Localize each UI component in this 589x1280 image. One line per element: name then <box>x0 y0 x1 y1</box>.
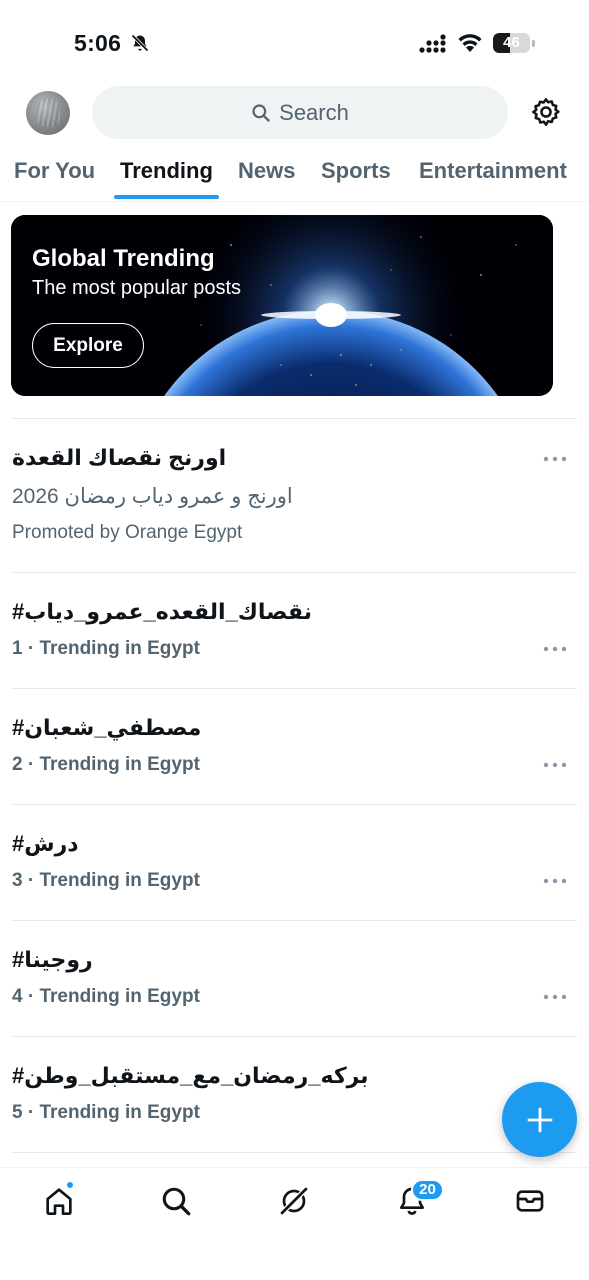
home-icon[interactable] <box>43 1185 75 1217</box>
status-bar: 5:06 46 <box>0 0 589 80</box>
divider <box>12 1036 577 1037</box>
tab-sports[interactable]: Sports <box>321 158 391 184</box>
trend-meta: 3 · Trending in Egypt <box>12 870 200 891</box>
bottom-nav: 20 <box>0 1167 589 1280</box>
status-time: 5:06 <box>74 30 122 56</box>
trend-title: #نقصاك_القعده_عمرو_دياب <box>12 599 312 624</box>
search-input[interactable]: Search <box>92 86 508 139</box>
earth-image <box>11 215 553 396</box>
more-options-icon[interactable] <box>543 644 567 654</box>
global-trending-banner[interactable]: Global Trending The most popular posts E… <box>11 215 553 396</box>
bell-slash-icon <box>131 34 149 52</box>
tab-news[interactable]: News <box>238 158 295 184</box>
more-options-icon[interactable] <box>543 876 567 886</box>
more-options-icon[interactable] <box>543 760 567 770</box>
promoted-title: اورنج نقصاك القعدة <box>12 445 227 470</box>
wifi-icon <box>458 34 482 52</box>
battery-level: 46 <box>503 34 520 51</box>
divider <box>12 418 577 419</box>
notification-count-badge: 20 <box>411 1179 444 1201</box>
cellular-signal-icon <box>419 34 446 53</box>
trend-meta: 4 · Trending in Egypt <box>12 986 200 1007</box>
active-tab-indicator <box>114 195 219 199</box>
avatar[interactable] <box>26 91 70 135</box>
grok-icon[interactable] <box>278 1185 310 1217</box>
trend-title: #بركه_رمضان_مع_مستقبل_وطن <box>12 1063 369 1088</box>
search-icon <box>252 103 270 122</box>
compose-button[interactable] <box>502 1082 577 1157</box>
promoted-by-label: Promoted by Orange Egypt <box>12 522 243 543</box>
trend-title: #مصطفي_شعبان <box>12 715 202 740</box>
divider <box>12 1152 577 1153</box>
trend-meta: 2 · Trending in Egypt <box>12 754 200 775</box>
search-placeholder: Search <box>279 99 349 125</box>
more-options-icon[interactable] <box>543 454 567 464</box>
trend-title: #روجينا <box>12 947 93 972</box>
home-notification-dot <box>66 1181 74 1189</box>
tab-bar: For You Trending News Sports Entertainme… <box>0 150 589 202</box>
battery-icon: 46 <box>493 33 535 53</box>
tab-trending[interactable]: Trending <box>120 158 213 184</box>
plus-icon <box>527 1107 552 1132</box>
explore-button[interactable]: Explore <box>32 323 144 368</box>
banner-title: Global Trending <box>32 245 215 272</box>
mail-icon[interactable] <box>514 1185 546 1217</box>
more-options-icon[interactable] <box>543 992 567 1002</box>
trend-title: #درش <box>12 831 79 856</box>
divider <box>12 920 577 921</box>
divider <box>12 572 577 573</box>
trend-meta: 1 · Trending in Egypt <box>12 638 200 659</box>
search-icon[interactable] <box>160 1185 192 1217</box>
promoted-description: اورنج و عمرو دياب رمضان 2026 <box>12 485 293 508</box>
banner-subtitle: The most popular posts <box>32 277 241 299</box>
trend-meta: 5 · Trending in Egypt <box>12 1102 200 1123</box>
tab-for-you[interactable]: For You <box>14 158 95 184</box>
tab-entertainment[interactable]: Entertainment <box>419 158 567 184</box>
divider <box>12 804 577 805</box>
divider <box>12 688 577 689</box>
gear-icon[interactable] <box>530 96 562 128</box>
